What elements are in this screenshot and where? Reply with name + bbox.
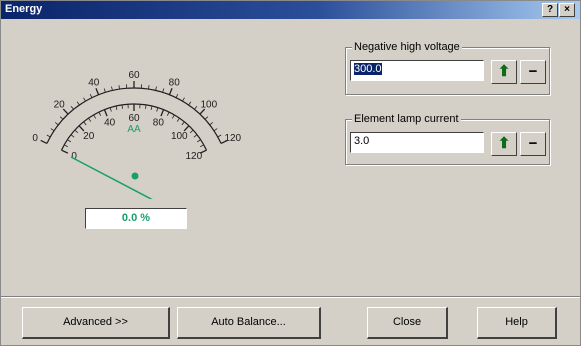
gauge-scale: 02040608010012002040 60 80100120: [32, 70, 241, 162]
gauge-outer-tick-label: 60: [128, 70, 140, 81]
gauge-outer-tick-label: 80: [169, 78, 181, 89]
negative-high-voltage-group: Negative high voltage 300.0 ⬆ −: [345, 41, 550, 95]
up-arrow-icon: ⬆: [497, 63, 511, 80]
auto-balance-button[interactable]: Auto Balance...: [177, 307, 321, 339]
gauge-inner-tick: [189, 129, 194, 134]
gauge-inner-tick-label: 20: [83, 131, 95, 142]
energy-gauge: 02040608010012002040 60 80100120 AA: [32, 70, 242, 199]
gauge-outer-tick-label: 20: [54, 100, 66, 111]
minus-icon: −: [528, 63, 538, 80]
element-lamp-current-input[interactable]: 3.0: [350, 132, 484, 153]
gauge-inner-tick: [156, 107, 159, 112]
gauge-outer-tick-label: 100: [200, 100, 217, 111]
help-title-button[interactable]: ?: [542, 3, 558, 17]
window-title: Energy: [5, 3, 43, 15]
gauge-inner-tick: [103, 109, 108, 117]
gauge-outer-tick: [182, 97, 185, 102]
gauge-outer-tick: [83, 97, 86, 102]
gauge-inner-tick-label: 100: [171, 131, 188, 142]
gauge-inner-tick: [109, 107, 112, 112]
gauge-inner-tick-label: 40: [104, 118, 116, 129]
gauge-unit-label: AA: [127, 124, 141, 135]
gauge-outer-tick: [59, 116, 64, 120]
gauge-inner-tick: [200, 144, 204, 148]
close-window-button[interactable]: ×: [559, 3, 575, 17]
gauge-outer-tick: [46, 134, 51, 138]
gauge-inner-tick-label: 120: [185, 151, 202, 162]
gauge-outer-tick: [213, 128, 218, 132]
gauge-inner-tick: [121, 104, 123, 109]
gauge-outer-tick: [76, 101, 80, 106]
gauge-inner-tick: [166, 111, 170, 116]
negative-high-voltage-label: Negative high voltage: [352, 41, 462, 53]
gauge-inner-tick: [64, 144, 68, 148]
gauge-outer-tick: [40, 139, 48, 145]
gauge-outer-tick: [188, 101, 192, 106]
gauge-inner-tick: [70, 134, 75, 138]
advanced-button[interactable]: Advanced >>: [22, 307, 170, 339]
help-button[interactable]: Help: [477, 307, 557, 339]
gauge-outer-tick: [103, 88, 106, 93]
gauge-inner-tick: [93, 114, 96, 119]
element-lamp-current-group: Element lamp current 3.0 ⬆ −: [345, 113, 550, 165]
gauge-outer-tick-label: 0: [32, 133, 38, 144]
gauge-inner-tick: [197, 139, 201, 143]
gauge-inner-tick: [160, 109, 165, 117]
gauge-inner-tick: [83, 121, 87, 126]
gauge-outer-tick: [209, 122, 214, 126]
up-arrow-icon: ⬆: [497, 135, 511, 152]
gauge-outer-tick: [217, 134, 222, 138]
gauge-outer-tick: [194, 106, 198, 110]
voltage-decrease-button[interactable]: −: [520, 60, 546, 84]
gauge-inner-tick-label: 60: [128, 113, 140, 124]
gauge-inner-tick: [61, 149, 69, 154]
gauge-outer-tick: [70, 106, 74, 110]
gauge-inner-tick: [98, 111, 102, 116]
gauge-inner-tick: [172, 114, 175, 119]
gauge-inner-tick-label: 80: [153, 118, 165, 129]
gauge-inner-tick: [67, 139, 71, 143]
gauge-inner-tick: [176, 117, 180, 122]
gauge-outer-tick: [54, 122, 59, 126]
energy-dialog: Energy ? × 0 20 40 60 80 100 120 0 20 40 60 80 100 12…: [0, 0, 581, 346]
gauge-outer-tick: [95, 88, 100, 96]
gauge-inner-tick: [193, 134, 198, 138]
gauge-outer-tick: [111, 86, 113, 91]
title-bar: Energy ? ×: [1, 1, 580, 19]
gauge-outer-tick: [89, 93, 93, 98]
gauge-outer-tick: [155, 86, 157, 91]
minus-icon: −: [528, 135, 538, 152]
gauge-outer-tick: [118, 85, 120, 90]
gauge-needle-pivot: [131, 172, 139, 180]
gauge-inner-tick: [74, 129, 79, 134]
negative-high-voltage-value: 300.0: [354, 63, 382, 75]
gauge-inner-tick: [88, 117, 92, 122]
gauge-outer-tick: [175, 93, 179, 98]
button-divider: [1, 296, 580, 298]
gauge-outer-tick: [168, 88, 173, 96]
close-button[interactable]: Close: [367, 307, 448, 339]
gauge-outer-tick: [204, 116, 209, 120]
gauge-inner-tick: [115, 105, 118, 111]
lamp-current-increase-button[interactable]: ⬆: [491, 132, 517, 156]
gauge-outer-tick: [50, 128, 55, 132]
negative-high-voltage-input[interactable]: 300.0: [350, 60, 484, 81]
energy-readout: 0.0 %: [85, 208, 187, 229]
gauge-outer-tick-label: 120: [224, 133, 241, 144]
lamp-current-decrease-button[interactable]: −: [520, 132, 546, 156]
gauge-inner-tick: [181, 121, 185, 126]
voltage-increase-button[interactable]: ⬆: [491, 60, 517, 84]
gauge-inner-tick: [145, 104, 147, 109]
gauge-outer-tick-label: 40: [88, 78, 100, 89]
element-lamp-current-label: Element lamp current: [352, 113, 461, 125]
gauge-needle: [70, 156, 153, 199]
gauge-inner-tick: [150, 105, 153, 111]
gauge-outer-tick: [148, 85, 150, 90]
gauge-outer-tick: [162, 88, 165, 93]
